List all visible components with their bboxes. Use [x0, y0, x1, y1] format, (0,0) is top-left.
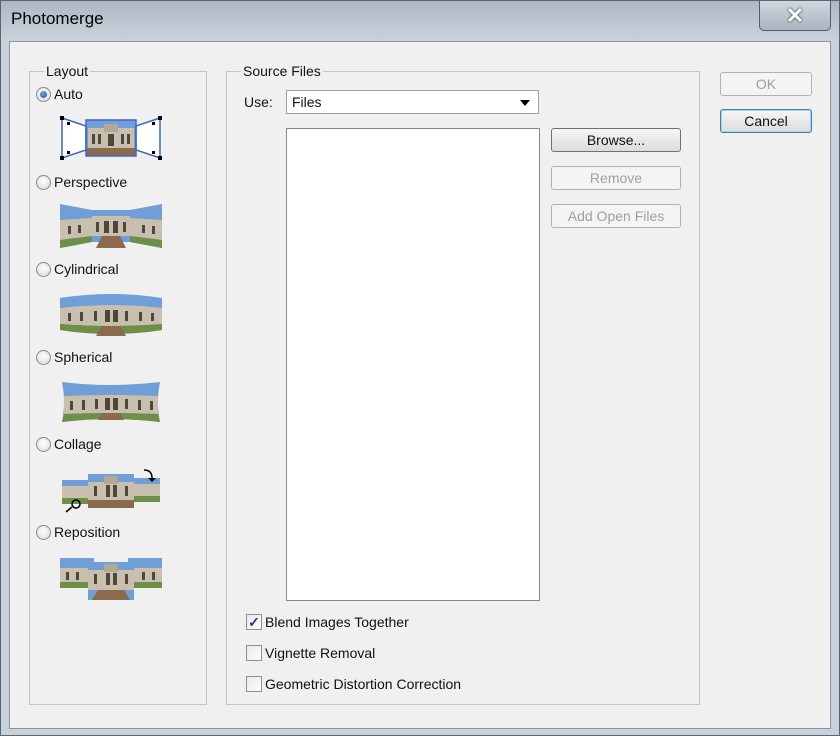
layout-group: Layout Auto Perspective Cylindrical Sphe… — [29, 63, 207, 705]
checkbox-checked[interactable]: ✓ — [246, 614, 262, 630]
radio-cylindrical[interactable]: Cylindrical — [36, 261, 119, 277]
vignette-removal-option[interactable]: Vignette Removal — [246, 645, 375, 661]
window-title: Photomerge — [11, 9, 104, 28]
radio-button[interactable] — [36, 524, 51, 540]
use-label: Use: — [244, 94, 273, 110]
chevron-down-icon — [520, 100, 530, 106]
radio-spherical[interactable]: Spherical — [36, 349, 112, 365]
radio-button-checked[interactable] — [36, 86, 51, 102]
source-files-list[interactable] — [286, 128, 540, 601]
photomerge-dialog: Photomerge ✕ Layout Auto Perspective Cyl… — [0, 0, 840, 736]
layout-legend: Layout — [44, 63, 91, 79]
source-files-legend: Source Files — [241, 63, 323, 79]
radio-button[interactable] — [36, 261, 51, 277]
checkbox-unchecked[interactable] — [246, 676, 262, 692]
auto-layout-thumbnail[interactable] — [58, 114, 164, 162]
spherical-layout-thumbnail[interactable] — [58, 378, 164, 426]
use-dropdown[interactable]: Files — [286, 90, 539, 114]
geometric-distortion-option[interactable]: Geometric Distortion Correction — [246, 676, 461, 692]
remove-button[interactable]: Remove — [551, 166, 681, 190]
radio-label-collage: Collage — [54, 436, 102, 452]
cancel-button[interactable]: Cancel — [720, 109, 812, 133]
radio-collage[interactable]: Collage — [36, 436, 101, 452]
cylindrical-layout-thumbnail[interactable] — [58, 290, 164, 338]
ok-button[interactable]: OK — [720, 72, 812, 96]
reposition-layout-thumbnail[interactable] — [58, 554, 164, 602]
radio-reposition[interactable]: Reposition — [36, 524, 120, 540]
radio-label-spherical: Spherical — [54, 349, 113, 365]
radio-label-perspective: Perspective — [54, 174, 128, 190]
radio-button[interactable] — [36, 174, 51, 190]
collage-layout-thumbnail[interactable] — [58, 466, 164, 514]
radio-button[interactable] — [36, 436, 51, 452]
dialog-client-area: Layout Auto Perspective Cylindrical Sphe… — [9, 41, 831, 729]
radio-perspective[interactable]: Perspective — [36, 174, 127, 190]
blend-images-option[interactable]: ✓ Blend Images Together — [246, 614, 409, 630]
add-open-files-button[interactable]: Add Open Files — [551, 204, 681, 228]
blend-images-label: Blend Images Together — [265, 614, 409, 630]
browse-button[interactable]: Browse... — [551, 128, 681, 152]
use-dropdown-value: Files — [292, 94, 322, 110]
geometric-distortion-label: Geometric Distortion Correction — [265, 676, 462, 692]
checkbox-unchecked[interactable] — [246, 645, 262, 661]
vignette-removal-label: Vignette Removal — [265, 645, 376, 661]
title-bar[interactable]: Photomerge ✕ — [1, 1, 839, 41]
close-button[interactable]: ✕ — [759, 1, 831, 31]
radio-label-reposition: Reposition — [54, 524, 121, 540]
radio-label-auto: Auto — [54, 86, 83, 102]
checkmark-icon: ✓ — [248, 614, 260, 630]
close-icon: ✕ — [785, 2, 805, 28]
radio-auto[interactable]: Auto — [36, 86, 83, 102]
radio-button[interactable] — [36, 349, 51, 365]
radio-label-cylindrical: Cylindrical — [54, 261, 119, 277]
perspective-layout-thumbnail[interactable] — [58, 202, 164, 250]
